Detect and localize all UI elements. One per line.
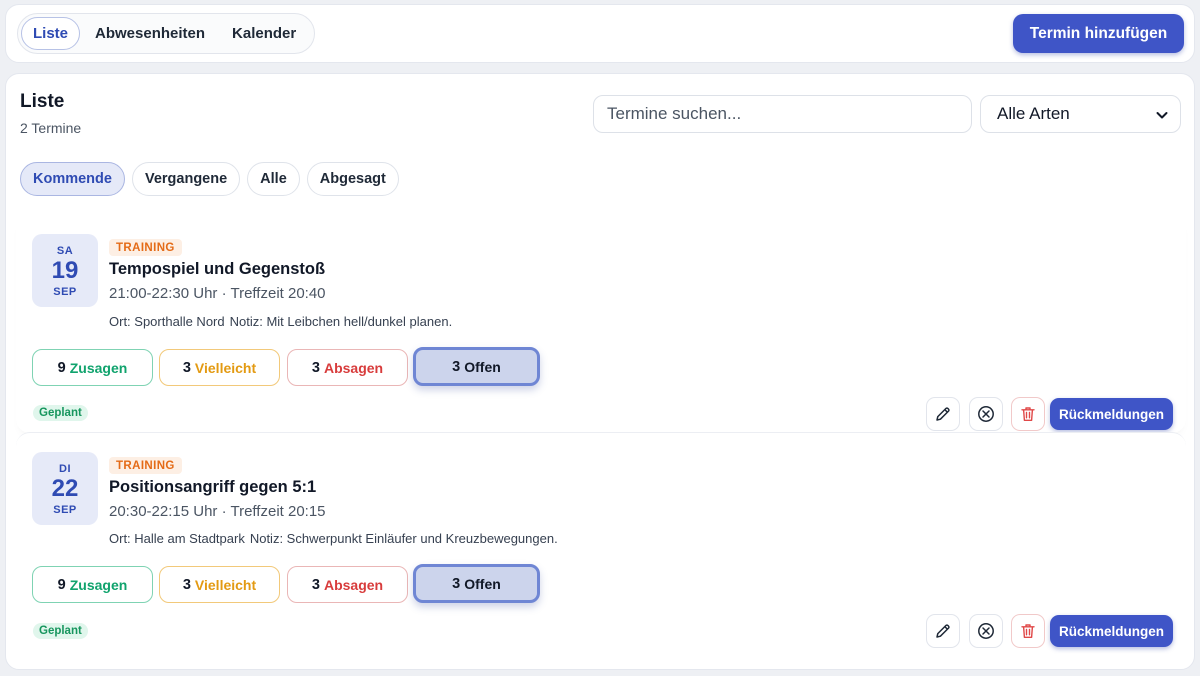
event-count: 2 Termine — [20, 120, 82, 136]
date-day: 19 — [51, 257, 79, 284]
rsvp-open-count: 3 — [452, 575, 461, 592]
rsvp-no-button[interactable]: 3 Absagen — [287, 349, 408, 386]
cancel-circle-icon — [978, 406, 994, 422]
event-title: Positionsangriff gegen 5:1 — [109, 478, 317, 496]
rsvp-maybe-label: Vielleicht — [194, 576, 257, 593]
rsvp-open-label: Offen — [464, 575, 501, 592]
tab-abwesenheiten[interactable]: Abwesenheiten — [83, 17, 217, 50]
event-location: Ort: Sporthalle Nord — [109, 314, 225, 329]
trash-icon — [1021, 407, 1035, 421]
rsvp-yes-label: Zusagen — [69, 576, 128, 593]
rsvp-no-label: Absagen — [323, 359, 384, 376]
filter-abgesagt[interactable]: Abgesagt — [306, 162, 399, 196]
rsvp-open-button[interactable]: 3 Offen — [413, 564, 540, 603]
delete-button[interactable] — [1011, 614, 1045, 648]
status-badge: Geplant — [33, 623, 88, 639]
rsvp-yes-button[interactable]: 9 Zusagen — [32, 349, 153, 386]
event-type-badge: TRAINING — [109, 239, 182, 256]
date-weekday: SA — [56, 245, 74, 257]
event-card: SA 19 SEP TRAINING Tempospiel und Gegens… — [16, 215, 1186, 433]
trash-icon — [1021, 624, 1035, 638]
filter-vergangene[interactable]: Vergangene — [131, 162, 241, 196]
rsvp-yes-label: Zusagen — [69, 359, 128, 376]
rsvp-yes-button[interactable]: 9 Zusagen — [32, 566, 153, 603]
event-card: DI 22 SEP TRAINING Positionsangriff gege… — [16, 432, 1186, 650]
event-note: Notiz: Mit Leibchen hell/dunkel planen. — [229, 314, 453, 329]
rsvp-maybe-label: Vielleicht — [194, 359, 257, 376]
rsvp-maybe-count: 3 — [182, 359, 191, 376]
rsvp-maybe-button[interactable]: 3 Vielleicht — [159, 349, 280, 386]
type-select-value: Alle Arten — [997, 104, 1070, 123]
rsvp-no-button[interactable]: 3 Absagen — [287, 566, 408, 603]
view-switcher: Liste Abwesenheiten Kalender — [17, 13, 316, 54]
event-location: Ort: Halle am Stadtpark — [109, 531, 245, 546]
date-box: DI 22 SEP — [32, 452, 98, 525]
rsvp-open-count: 3 — [452, 358, 461, 375]
search-input[interactable] — [593, 95, 972, 133]
pencil-icon — [936, 407, 950, 421]
cancel-circle-icon — [978, 623, 994, 639]
rsvp-no-count: 3 — [311, 359, 320, 376]
rsvp-maybe-button[interactable]: 3 Vielleicht — [159, 566, 280, 603]
tab-kalender[interactable]: Kalender — [220, 17, 308, 50]
filter-kommende[interactable]: Kommende — [20, 162, 125, 196]
rsvp-yes-count: 9 — [57, 359, 66, 376]
date-month: SEP — [53, 504, 77, 516]
chevron-down-icon — [1156, 112, 1168, 119]
cancel-event-button[interactable] — [969, 614, 1003, 648]
event-time: 20:30-22:15 Uhr · Treffzeit 20:15 — [109, 503, 326, 520]
date-box: SA 19 SEP — [32, 234, 98, 307]
edit-button[interactable] — [926, 397, 960, 431]
date-month: SEP — [53, 286, 77, 298]
event-title: Tempospiel und Gegenstoß — [109, 260, 326, 278]
cancel-event-button[interactable] — [969, 397, 1003, 431]
feedback-button[interactable]: Rückmeldungen — [1050, 615, 1173, 647]
event-meta: Ort: Sporthalle Nord Notiz: Mit Leibchen … — [109, 314, 452, 329]
event-note: Notiz: Schwerpunkt Einläufer und Kreuzbe… — [249, 531, 558, 546]
status-badge: Geplant — [33, 405, 88, 421]
edit-button[interactable] — [926, 614, 960, 648]
rsvp-open-label: Offen — [464, 358, 501, 375]
top-bar: Liste Abwesenheiten Kalender Termin hinz… — [5, 4, 1195, 63]
time-filter: Kommende Vergangene Alle Abgesagt — [20, 162, 406, 196]
date-weekday: DI — [59, 463, 71, 475]
feedback-button[interactable]: Rückmeldungen — [1050, 398, 1173, 430]
rsvp-no-label: Absagen — [323, 576, 384, 593]
rsvp-open-button[interactable]: 3 Offen — [413, 347, 540, 386]
type-select[interactable]: Alle Arten — [980, 95, 1181, 133]
delete-button[interactable] — [1011, 397, 1045, 431]
pencil-icon — [936, 624, 950, 638]
rsvp-no-count: 3 — [311, 576, 320, 593]
page-title: Liste — [20, 91, 65, 112]
tab-liste[interactable]: Liste — [21, 17, 81, 50]
filter-alle[interactable]: Alle — [247, 162, 300, 196]
event-type-badge: TRAINING — [109, 457, 182, 474]
date-day: 22 — [51, 475, 79, 502]
rsvp-yes-count: 9 — [57, 576, 66, 593]
event-meta: Ort: Halle am Stadtpark Notiz: Schwerpunk… — [109, 531, 558, 546]
event-time: 21:00-22:30 Uhr · Treffzeit 20:40 — [109, 285, 326, 302]
add-event-button[interactable]: Termin hinzufügen — [1013, 14, 1184, 53]
events-panel: Liste 2 Termine Alle Arten Kommende Verg… — [5, 73, 1195, 670]
rsvp-maybe-count: 3 — [182, 576, 191, 593]
